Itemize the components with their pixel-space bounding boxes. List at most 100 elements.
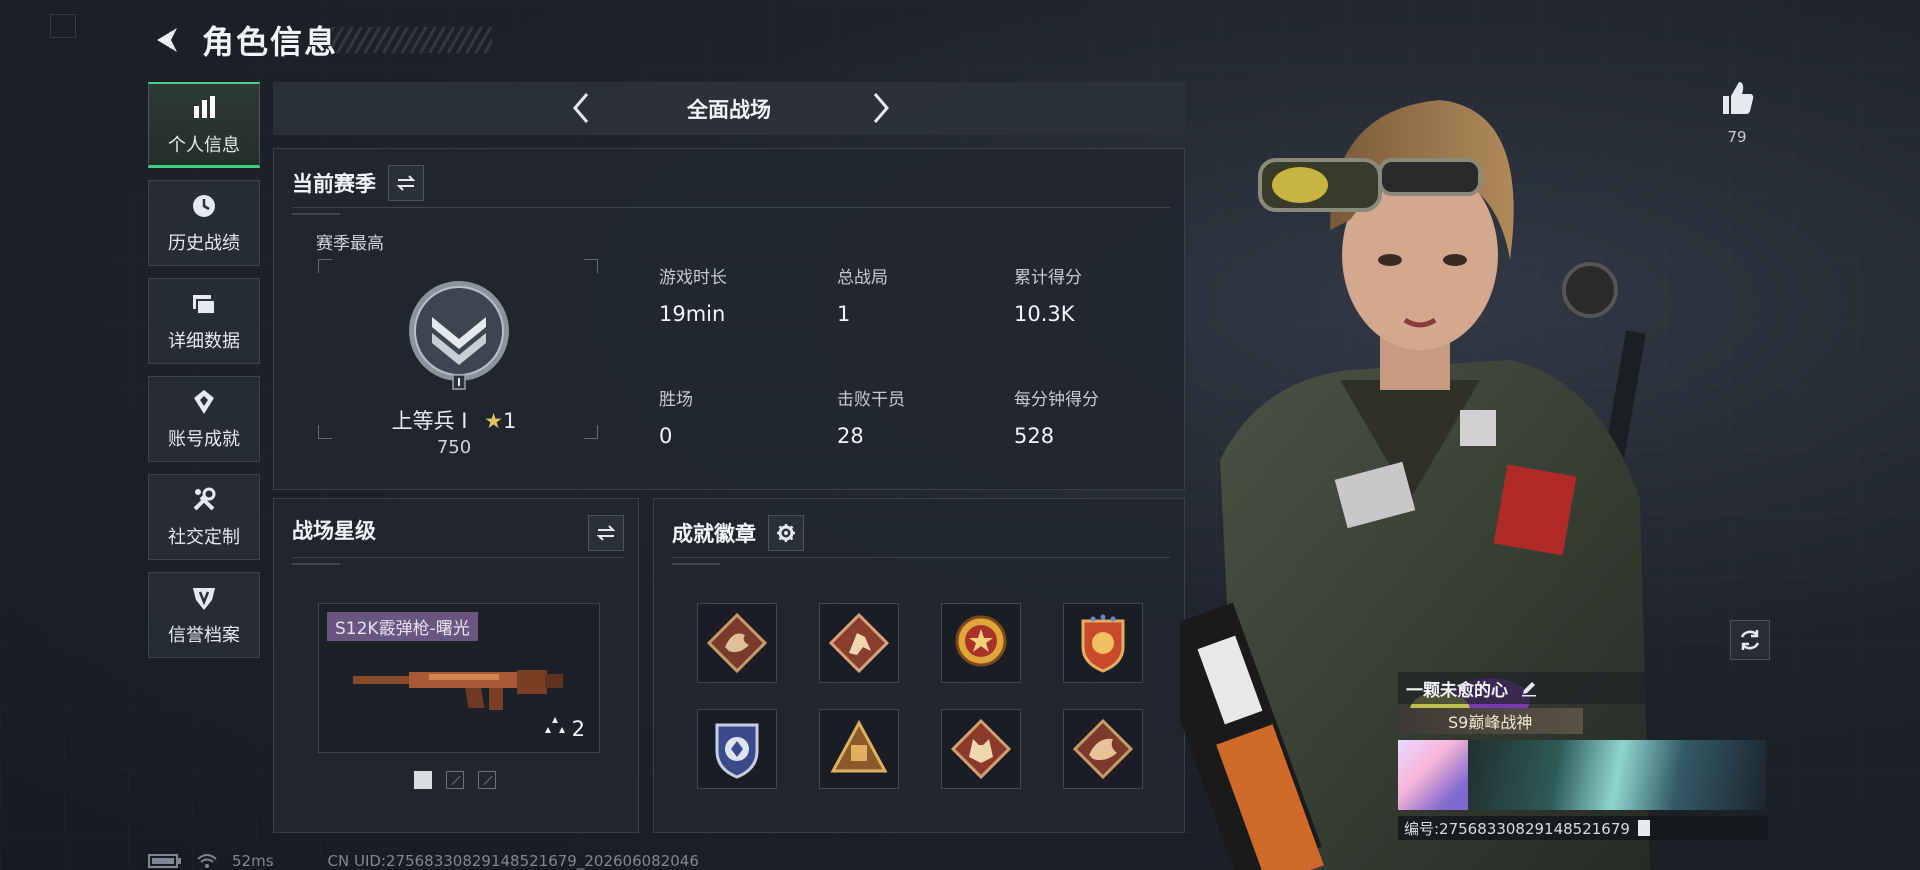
back-button[interactable]	[150, 23, 184, 57]
nickname-row: 一颗未愈的心	[1398, 672, 1768, 704]
shield-icon	[189, 583, 219, 613]
page-dot[interactable]	[478, 771, 496, 789]
bar-chart-icon	[189, 93, 219, 123]
like-count: 79	[1727, 128, 1747, 146]
season-switch-button[interactable]	[388, 165, 424, 201]
uid-line: CN UID:27568330829148521679_202606082046	[327, 852, 699, 870]
divider-accent	[672, 563, 720, 565]
badge-settings-button[interactable]	[768, 515, 804, 551]
page-title: 角色信息	[202, 23, 339, 61]
badge-soldier[interactable]	[819, 603, 899, 683]
current-season-panel: 当前赛季 赛季最高 上等兵 I ★1 750 游戏时长 19min 总战局 1	[273, 148, 1185, 490]
badge-dragon[interactable]	[697, 603, 777, 683]
uid-text: 编号:27568330829148521679	[1404, 819, 1630, 838]
chevron-right-icon	[873, 93, 889, 123]
wrench-icon	[189, 485, 219, 515]
badge-star-medal[interactable]	[941, 603, 1021, 683]
battlefield-star-panel: 战场星级 S12K霰弹枪-曙光 2	[273, 498, 639, 833]
divider	[292, 207, 1170, 208]
copy-icon[interactable]	[1637, 820, 1650, 836]
stat-value: 28	[837, 424, 864, 448]
ping-text: 52ms	[232, 852, 274, 870]
panel-title: 成就徽章	[672, 522, 756, 546]
panel-header: 成就徽章	[672, 515, 804, 551]
badge-crest[interactable]	[1063, 603, 1143, 683]
wolf-badge-icon	[950, 718, 1012, 780]
crest-badge-icon	[1081, 614, 1125, 673]
corner-decoration	[50, 14, 76, 38]
star-switch-button[interactable]	[588, 515, 624, 551]
achievement-badges-panel: 成就徽章	[653, 498, 1185, 833]
divider	[672, 557, 1170, 558]
sidebar-item-label: 社交定制	[168, 527, 240, 548]
stat-value: 0	[659, 424, 673, 448]
like-button[interactable]: 79	[1712, 78, 1762, 146]
sidebar-item-achievements[interactable]: 账号成就	[148, 376, 260, 462]
badge-dragon-2[interactable]	[1063, 709, 1143, 789]
stat-value: 528	[1014, 424, 1055, 448]
divider-accent	[292, 563, 340, 565]
swap-icon	[596, 525, 616, 541]
stat-total-score: 累计得分 10.3K	[1014, 263, 1082, 326]
stat-kills: 击败干员 28	[837, 385, 905, 448]
rank-stars: 1	[503, 409, 517, 433]
title-decoration	[332, 27, 493, 53]
avatar[interactable]	[1398, 740, 1468, 810]
weapon-card[interactable]: S12K霰弹枪-曙光 2	[318, 603, 600, 753]
page-dot[interactable]	[414, 771, 432, 789]
swap-icon	[396, 175, 416, 191]
refresh-button[interactable]	[1730, 620, 1770, 660]
weapon-tier-value: 2	[571, 716, 585, 741]
stat-total-matches: 总战局 1	[837, 263, 888, 326]
badge-pyramid[interactable]	[819, 709, 899, 789]
sidebar-item-detailed-data[interactable]: 详细数据	[148, 278, 260, 364]
status-bar: 52ms CN UID:27568330829148521679_2026060…	[148, 852, 699, 870]
thumbs-up-icon	[1723, 82, 1754, 114]
mode-prev-button[interactable]	[563, 90, 599, 126]
tier-icon	[542, 715, 568, 742]
panel-header: 战场星级	[292, 515, 376, 545]
battery-icon	[148, 853, 182, 869]
sidebar: 个人信息 历史战绩 详细数据 账号成就 社交定制 信誉档案	[148, 82, 260, 670]
weapon-pager	[414, 771, 496, 789]
stat-label: 击败干员	[837, 390, 905, 410]
stat-play-time: 游戏时长 19min	[659, 263, 727, 326]
mode-selector: 全面战场	[273, 82, 1185, 135]
star-medal-badge-icon	[955, 615, 1007, 667]
page-header: 角色信息	[150, 18, 493, 62]
edit-icon[interactable]	[1520, 679, 1538, 697]
sidebar-item-personal-info[interactable]: 个人信息	[148, 82, 260, 168]
uid-row: 编号:27568330829148521679	[1398, 816, 1768, 840]
page-dot[interactable]	[446, 771, 464, 789]
badge-shield[interactable]	[697, 709, 777, 789]
sidebar-item-social[interactable]: 社交定制	[148, 474, 260, 560]
sidebar-item-label: 详细数据	[168, 331, 240, 352]
season-best-label: 赛季最高	[316, 234, 384, 254]
wifi-icon	[196, 853, 218, 869]
profile-cards	[1398, 740, 1768, 810]
rank-score: 750	[436, 437, 472, 458]
stat-label: 每分钟得分	[1014, 390, 1099, 410]
shotgun-icon	[349, 654, 569, 718]
rank-name-row: 上等兵 I ★1	[274, 405, 634, 435]
weapon-tier: 2	[542, 715, 585, 742]
sidebar-item-label: 个人信息	[168, 134, 240, 156]
gear-icon	[777, 524, 795, 542]
sidebar-item-label: 信誉档案	[168, 625, 240, 646]
medal-icon	[189, 387, 219, 417]
back-arrow-icon	[157, 28, 177, 52]
stat-value: 1	[837, 302, 851, 326]
mode-next-button[interactable]	[863, 90, 899, 126]
sidebar-item-reputation[interactable]: 信誉档案	[148, 572, 260, 658]
stat-value: 10.3K	[1014, 302, 1075, 326]
soldier-badge-icon	[828, 612, 890, 674]
profile-banner[interactable]	[1468, 740, 1766, 810]
stat-label: 累计得分	[1014, 268, 1082, 288]
sidebar-item-history[interactable]: 历史战绩	[148, 180, 260, 266]
pyramid-badge-icon	[830, 719, 888, 773]
dragon-badge-icon	[706, 612, 768, 674]
stat-label: 游戏时长	[659, 268, 727, 288]
badge-wolf[interactable]	[941, 709, 1021, 789]
stat-label: 胜场	[659, 390, 693, 410]
stat-wins: 胜场 0	[659, 385, 693, 448]
